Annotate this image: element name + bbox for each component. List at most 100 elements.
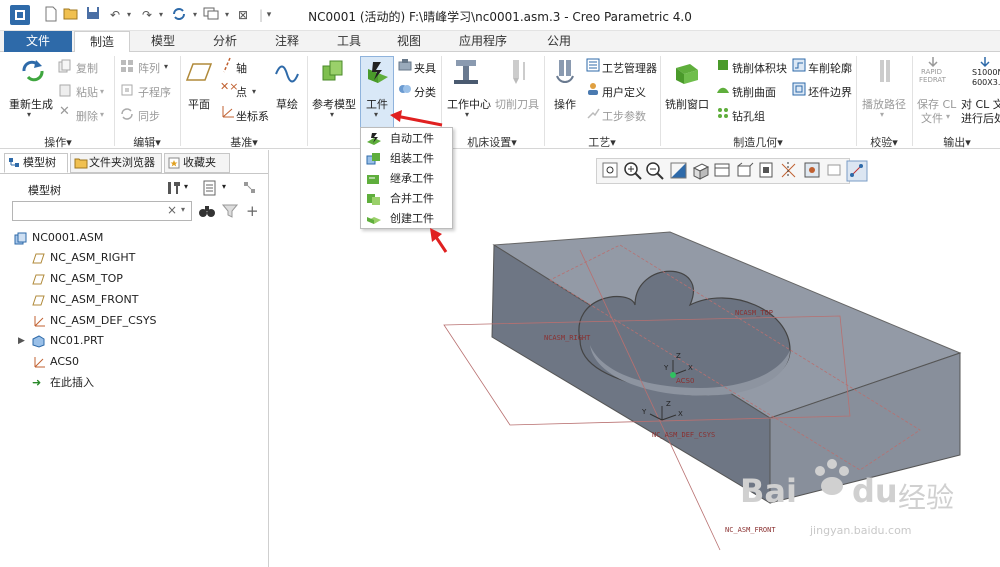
mill-volume-button[interactable]: 铣削体积块	[732, 60, 787, 76]
expand-arrow-icon[interactable]: ▶	[18, 331, 25, 351]
classify-button[interactable]: 分类	[414, 84, 436, 100]
ribbon-separator	[114, 56, 115, 146]
drill-group-button[interactable]: 钻孔组	[732, 108, 765, 124]
saved-orientations-icon[interactable]	[690, 160, 712, 182]
add-filter-icon[interactable]: +	[246, 202, 259, 220]
step-params-button[interactable]: 工步参数	[602, 108, 646, 124]
output-group-label[interactable]: 输出▾	[914, 134, 1000, 149]
tab-applications[interactable]: 应用程序	[442, 31, 524, 52]
search-input[interactable]	[12, 201, 192, 221]
ribbon-separator	[180, 56, 181, 146]
cutting-tool-icon	[513, 60, 525, 84]
show-options-icon[interactable]	[202, 180, 218, 196]
tab-tools[interactable]: 工具	[320, 31, 378, 52]
process-manager-button[interactable]: 工艺管理器	[602, 60, 657, 76]
spin-center-icon[interactable]	[802, 160, 824, 182]
machine-setup-group-label[interactable]: 机床设置▾	[444, 134, 540, 149]
operation-button[interactable]: 操作	[548, 96, 582, 112]
fixture-button[interactable]: 夹具	[414, 60, 436, 76]
annotation-display-icon[interactable]	[824, 160, 846, 182]
sketch-icon[interactable]	[274, 60, 300, 84]
save-cl-file-label[interactable]: 文件	[921, 110, 943, 126]
array-arrow-icon[interactable]: ▾	[164, 62, 168, 71]
mill-window-button[interactable]: 铣削窗口	[664, 96, 710, 112]
tree-item-label: 在此插入	[50, 376, 94, 389]
csys-button[interactable]: 坐标系	[236, 108, 269, 124]
turn-profile-button[interactable]: 车削轮廓	[808, 60, 852, 76]
reference-model-icon[interactable]	[320, 58, 346, 84]
search-dropdown-icon[interactable]: ▾	[181, 205, 185, 214]
workpiece-arrow-icon[interactable]: ▾	[374, 110, 378, 119]
stock-boundary-button[interactable]: 坯件边界	[808, 84, 852, 100]
settings-dropdown-icon[interactable]: ▾	[184, 182, 188, 191]
array-button[interactable]: 阵列	[138, 60, 160, 76]
tab-folder-browser[interactable]: 文件夹浏览器	[70, 153, 162, 173]
mill-surface-button[interactable]: 铣削曲面	[732, 84, 776, 100]
point-button[interactable]: 点	[236, 84, 247, 100]
settings-tools-icon[interactable]	[166, 180, 182, 196]
tab-file[interactable]: 文件	[4, 31, 72, 52]
view-manager-icon[interactable]	[712, 160, 734, 182]
datum-plane-icon	[32, 253, 45, 264]
regenerate-arrow-icon[interactable]: ▾	[27, 110, 31, 119]
save-cl-arrow-icon	[928, 57, 938, 68]
refit-icon[interactable]	[600, 160, 622, 182]
plane-icon[interactable]	[186, 62, 212, 82]
workpiece-icon	[368, 62, 388, 83]
zoom-out-icon[interactable]	[644, 160, 666, 182]
point-arrow-icon[interactable]: ▾	[252, 87, 256, 96]
paste-button[interactable]: 粘贴	[76, 84, 98, 100]
red-arrow-to-workpiece	[395, 114, 443, 127]
work-center-arrow-icon[interactable]: ▾	[465, 110, 469, 119]
ribbon-separator	[912, 56, 913, 146]
user-defined-button[interactable]: 用户定义	[602, 84, 646, 100]
tab-manufacturing[interactable]: 制造	[74, 31, 130, 53]
show-dropdown-icon[interactable]: ▾	[222, 182, 226, 191]
save-cl-dropdown-icon[interactable]: ▾	[946, 112, 950, 121]
tree-columns-icon[interactable]	[242, 180, 258, 196]
repaint-icon[interactable]	[668, 160, 690, 182]
datum-group-label[interactable]: 基准▾	[182, 134, 306, 149]
paste-arrow-icon[interactable]: ▾	[100, 87, 104, 96]
zoom-in-icon[interactable]	[622, 160, 644, 182]
cutting-tool-button[interactable]: 切削刀具	[494, 96, 540, 112]
datum-display-icon[interactable]	[778, 160, 800, 182]
copy-button[interactable]: 复制	[76, 60, 98, 76]
regenerate-icon[interactable]	[20, 58, 46, 84]
tab-common[interactable]: 公用	[528, 31, 590, 52]
operation-icon[interactable]	[552, 58, 578, 86]
find-binoculars-icon[interactable]	[198, 203, 216, 219]
tab-annotate[interactable]: 注释	[258, 31, 316, 52]
post-process-label[interactable]: 进行后处	[961, 110, 1000, 126]
edit-group-label[interactable]: 编辑▾	[116, 134, 178, 149]
axis-button[interactable]: 轴	[236, 60, 247, 76]
tab-view[interactable]: 视图	[380, 31, 438, 52]
mill-window-icon[interactable]	[672, 58, 700, 86]
user-defined-icon	[588, 83, 598, 95]
tab-favorites[interactable]: 收藏夹	[164, 153, 230, 173]
display-style-icon[interactable]	[756, 160, 778, 182]
play-path-arrow-icon[interactable]: ▾	[880, 110, 884, 119]
filter-icon[interactable]	[222, 203, 238, 219]
delete-arrow-icon[interactable]: ▾	[100, 110, 104, 119]
work-center-icon[interactable]	[452, 58, 480, 86]
red-annotation-arrows	[390, 110, 448, 253]
sketch-button[interactable]: 草绘	[272, 96, 302, 112]
csys-display-icon[interactable]	[846, 160, 868, 182]
subprogram-button[interactable]: 子程序	[138, 84, 171, 100]
mfg-geometry-group-label[interactable]: 制造几何▾	[662, 134, 854, 149]
ribbon-separator	[307, 56, 308, 146]
operations-group-label[interactable]: 操作▾	[4, 134, 112, 149]
label-nc-asm-top: NCASM_TOP	[735, 309, 773, 317]
tab-model[interactable]: 模型	[134, 31, 192, 52]
clear-search-icon[interactable]: ×	[167, 203, 177, 217]
plane-button[interactable]: 平面	[182, 96, 216, 112]
tab-analysis[interactable]: 分析	[196, 31, 254, 52]
sync-button[interactable]: 同步	[138, 108, 160, 124]
tab-model-tree[interactable]: 模型树	[4, 153, 68, 173]
validate-group-label[interactable]: 校验▾	[858, 134, 910, 149]
delete-button[interactable]: 删除	[76, 108, 98, 124]
perspective-icon[interactable]	[734, 160, 756, 182]
process-group-label[interactable]: 工艺▾	[546, 134, 658, 149]
reference-model-arrow-icon[interactable]: ▾	[330, 110, 334, 119]
